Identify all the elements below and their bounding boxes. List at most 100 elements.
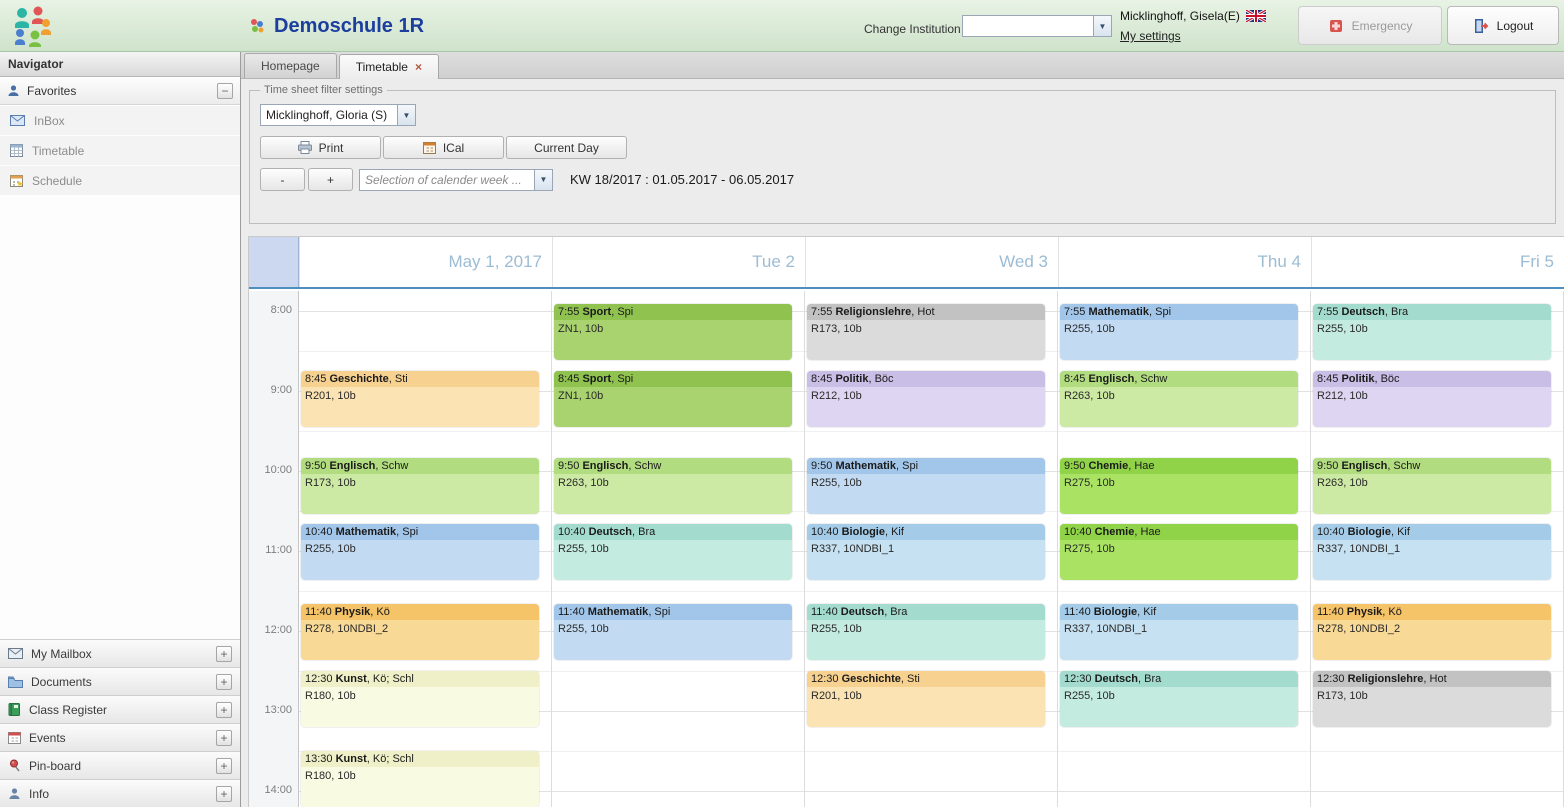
ical-button[interactable]: ICal — [383, 136, 504, 159]
chevron-down-icon: ▼ — [534, 170, 552, 190]
timetable-event[interactable]: 11:40 Biologie, KifR337, 10NDBI_1 — [1060, 604, 1298, 660]
event-header: 7:55 Sport, Spi — [554, 304, 792, 320]
event-details: R180, 10b — [301, 687, 539, 705]
timetable-calendar: May 1, 2017 Tue 2 Wed 3 Thu 4 Fri 5 8:00… — [248, 236, 1564, 807]
timetable-event[interactable]: 9:50 Chemie, HaeR275, 10b — [1060, 458, 1298, 514]
expand-button[interactable]: + — [216, 646, 232, 662]
tab-homepage[interactable]: Homepage — [244, 53, 337, 78]
collapse-button[interactable]: − — [217, 83, 233, 99]
person-select[interactable]: Micklinghoff, Gloria (S) ▼ — [260, 104, 416, 126]
logout-button[interactable]: Logout — [1447, 6, 1559, 45]
book-icon — [8, 703, 21, 716]
event-teacher: , Hae — [1128, 460, 1154, 472]
timetable-event[interactable]: 8:45 Politik, BöcR212, 10b — [807, 371, 1045, 427]
expand-button[interactable]: + — [216, 758, 232, 774]
timetable-event[interactable]: 12:30 Religionslehre, HotR173, 10b — [1313, 671, 1551, 727]
current-day-button[interactable]: Current Day — [506, 136, 627, 159]
expand-button[interactable]: + — [216, 674, 232, 690]
schedule-icon — [10, 174, 23, 187]
sidebar-item-info[interactable]: Info + — [0, 779, 240, 807]
timetable-event[interactable]: 12:30 Deutsch, BraR255, 10b — [1060, 671, 1298, 727]
event-subject: Biologie — [1094, 606, 1137, 618]
event-details: R263, 10b — [1313, 474, 1551, 492]
event-time: 12:30 — [1064, 673, 1095, 685]
chevron-down-icon: ▼ — [397, 105, 415, 125]
timetable-event[interactable]: 7:55 Mathematik, SpiR255, 10b — [1060, 304, 1298, 360]
event-time: 8:45 — [558, 373, 582, 385]
timetable-event[interactable]: 9:50 Mathematik, SpiR255, 10b — [807, 458, 1045, 514]
previous-week-button[interactable]: - — [260, 168, 305, 191]
event-details: R201, 10b — [301, 387, 539, 405]
sidebar-item-schedule[interactable]: Schedule — [0, 166, 240, 195]
timetable-event[interactable]: 8:45 Geschichte, StiR201, 10b — [301, 371, 539, 427]
user-name-text: Micklinghoff, Gisela(E) — [1120, 9, 1240, 23]
timetable-event[interactable]: 7:55 Religionslehre, HotR173, 10b — [807, 304, 1045, 360]
event-details: R263, 10b — [554, 474, 792, 492]
timetable-event[interactable]: 9:50 Englisch, SchwR263, 10b — [1313, 458, 1551, 514]
event-subject: Deutsch — [589, 526, 632, 538]
tab-timetable[interactable]: Timetable × — [339, 54, 439, 79]
timetable-event[interactable]: 10:40 Biologie, KifR337, 10NDBI_1 — [807, 524, 1045, 580]
school-icon — [248, 17, 266, 35]
expand-button[interactable]: + — [216, 786, 232, 802]
timetable-event[interactable]: 7:55 Deutsch, BraR255, 10b — [1313, 304, 1551, 360]
event-details: R255, 10b — [554, 620, 792, 638]
sidebar-accordion: My Mailbox + Documents + Class Register … — [0, 639, 240, 807]
week-select[interactable]: Selection of calender week ... ▼ — [359, 169, 553, 191]
event-subject: Englisch — [582, 460, 628, 472]
sidebar-item-my-mailbox[interactable]: My Mailbox + — [0, 639, 240, 667]
expand-button[interactable]: + — [216, 730, 232, 746]
sidebar-item-inbox[interactable]: InBox — [0, 106, 240, 135]
timetable-event[interactable]: 8:45 Sport, SpiZN1, 10b — [554, 371, 792, 427]
timetable-event[interactable]: 10:40 Deutsch, BraR255, 10b — [554, 524, 792, 580]
sidebar-item-class-register[interactable]: Class Register + — [0, 695, 240, 723]
timetable-event[interactable]: 8:45 Politik, BöcR212, 10b — [1313, 371, 1551, 427]
sidebar-item-pin-board[interactable]: Pin-board + — [0, 751, 240, 779]
event-details: R255, 10b — [1313, 320, 1551, 338]
timetable-event[interactable]: 7:55 Sport, SpiZN1, 10b — [554, 304, 792, 360]
change-institution-select[interactable]: ▼ — [962, 15, 1112, 37]
event-time: 11:40 — [1317, 606, 1347, 618]
expand-button[interactable]: + — [216, 702, 232, 718]
close-icon[interactable]: × — [415, 60, 422, 74]
event-teacher: , Kif — [1391, 526, 1410, 538]
event-details: R275, 10b — [1060, 474, 1298, 492]
timetable-event[interactable]: 13:30 Kunst, Kö; SchlR180, 10b — [301, 751, 539, 807]
accordion-label: Documents — [31, 675, 92, 689]
event-header: 7:55 Mathematik, Spi — [1060, 304, 1298, 320]
event-subject: Religionslehre — [835, 306, 911, 318]
time-label: 10:00 — [264, 464, 292, 476]
timetable-event[interactable]: 12:30 Kunst, Kö; SchlR180, 10b — [301, 671, 539, 727]
my-settings-link[interactable]: My settings — [1120, 29, 1181, 43]
timetable-event[interactable]: 10:40 Chemie, HaeR275, 10b — [1060, 524, 1298, 580]
sidebar-item-documents[interactable]: Documents + — [0, 667, 240, 695]
timetable-event[interactable]: 10:40 Mathematik, SpiR255, 10b — [301, 524, 539, 580]
event-subject: Biologie — [842, 526, 885, 538]
timetable-event[interactable]: 8:45 Englisch, SchwR263, 10b — [1060, 371, 1298, 427]
emergency-button[interactable]: Emergency — [1298, 6, 1442, 45]
event-header: 12:30 Kunst, Kö; Schl — [301, 671, 539, 687]
timetable-event[interactable]: 11:40 Physik, KöR278, 10NDBI_2 — [301, 604, 539, 660]
sidebar-item-timetable[interactable]: Timetable — [0, 136, 240, 165]
next-week-button[interactable]: + — [308, 168, 353, 191]
mailbox-icon — [8, 648, 23, 659]
timetable-event[interactable]: 9:50 Englisch, SchwR173, 10b — [301, 458, 539, 514]
timetable-event[interactable]: 12:30 Geschichte, StiR201, 10b — [807, 671, 1045, 727]
timetable-event[interactable]: 11:40 Deutsch, BraR255, 10b — [807, 604, 1045, 660]
event-time: 9:50 — [305, 460, 329, 472]
sidebar-item-events[interactable]: Events + — [0, 723, 240, 751]
day-header-friday: Fri 5 — [1311, 237, 1564, 287]
timetable-event[interactable]: 11:40 Physik, KöR278, 10NDBI_2 — [1313, 604, 1551, 660]
print-button[interactable]: Print — [260, 136, 381, 159]
day-header-tuesday: Tue 2 — [552, 237, 805, 287]
week-select-placeholder: Selection of calender week ... — [360, 170, 534, 190]
timetable-event[interactable]: 9:50 Englisch, SchwR263, 10b — [554, 458, 792, 514]
accordion-label: Pin-board — [29, 759, 81, 773]
event-subject: Deutsch — [1341, 306, 1384, 318]
favorites-header[interactable]: Favorites − — [0, 77, 240, 105]
timetable-event[interactable]: 10:40 Biologie, KifR337, 10NDBI_1 — [1313, 524, 1551, 580]
day-header-monday: May 1, 2017 — [299, 237, 552, 287]
event-details: R275, 10b — [1060, 540, 1298, 558]
timetable-event[interactable]: 11:40 Mathematik, SpiR255, 10b — [554, 604, 792, 660]
event-header: 11:40 Mathematik, Spi — [554, 604, 792, 620]
